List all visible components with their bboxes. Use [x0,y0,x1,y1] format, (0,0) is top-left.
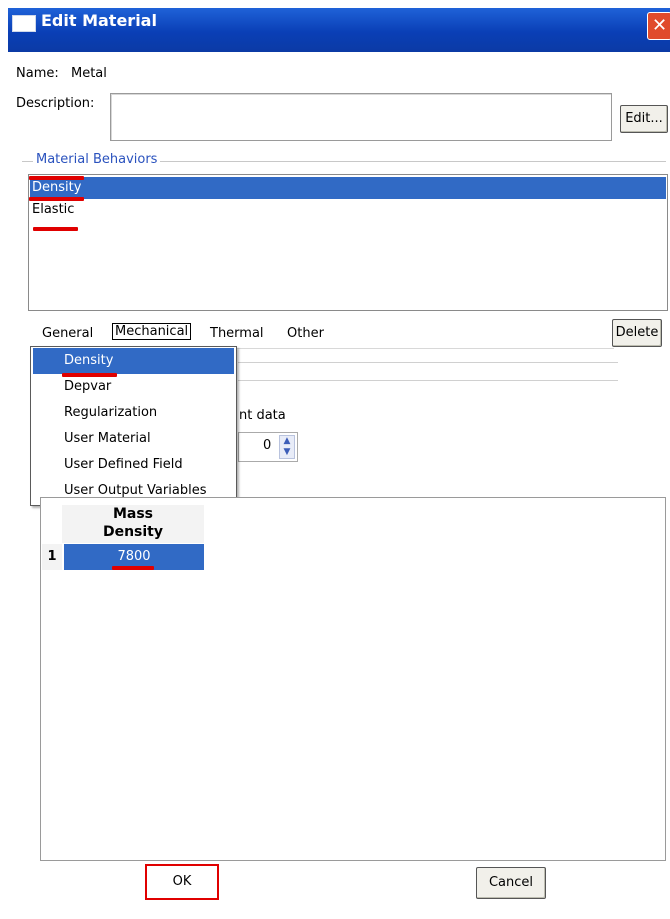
spinner-arrows-icon[interactable]: ▲ ▼ [279,435,295,459]
menu-general[interactable]: General [42,326,93,341]
menu-mechanical[interactable]: Mechanical [112,323,192,340]
behavior-item-density[interactable]: Density [30,177,666,199]
window-title: Edit Material [41,11,157,30]
row-number: 1 [42,544,62,570]
delete-button[interactable]: Delete [612,319,662,347]
window-icon [12,15,36,32]
ok-button[interactable]: OK [145,864,219,900]
dropdown-item-user-defined-field[interactable]: User Defined Field [33,452,234,478]
dropdown-item-user-material[interactable]: User Material [33,426,234,452]
column-header-line: Mass [112,506,154,522]
annotation-underline [62,373,117,377]
annotation-underline [29,197,84,201]
section-divider [238,362,618,363]
annotation-underline [33,227,78,231]
behavior-item-label: Density [32,180,82,195]
dropdown-item-depvar[interactable]: Depvar [33,374,234,400]
behaviors-list[interactable]: Density Elastic [28,174,668,311]
column-header-line: Density [102,524,164,540]
edit-button[interactable]: Edit... [620,105,668,133]
description-label: Description: [16,96,95,111]
description-input[interactable] [110,93,612,141]
close-icon: ✕ [651,15,668,36]
behavior-item-elastic[interactable]: Elastic [30,199,666,221]
spinner-field[interactable]: 0 ▲ ▼ [238,432,298,462]
spinner-value: 0 [263,438,272,453]
cancel-button[interactable]: Cancel [476,867,546,899]
column-header-mass-density: Mass Density [62,505,204,543]
section-divider [238,380,618,381]
behavior-item-label: Elastic [32,202,75,217]
annotation-underline [29,176,84,180]
behaviors-group-label: Material Behaviors [33,152,161,167]
name-value: Metal [71,66,107,81]
partial-label: nt data [239,408,286,423]
dropdown-item-density[interactable]: Density [33,348,234,374]
general-dropdown-menu: Density Depvar Regularization User Mater… [30,346,237,506]
menu-thermal[interactable]: Thermal [210,326,264,341]
annotation-underline [112,566,154,570]
dropdown-item-regularization[interactable]: Regularization [33,400,234,426]
close-button[interactable]: ✕ [647,12,670,40]
name-label: Name: [16,66,59,81]
menu-other[interactable]: Other [287,326,324,341]
